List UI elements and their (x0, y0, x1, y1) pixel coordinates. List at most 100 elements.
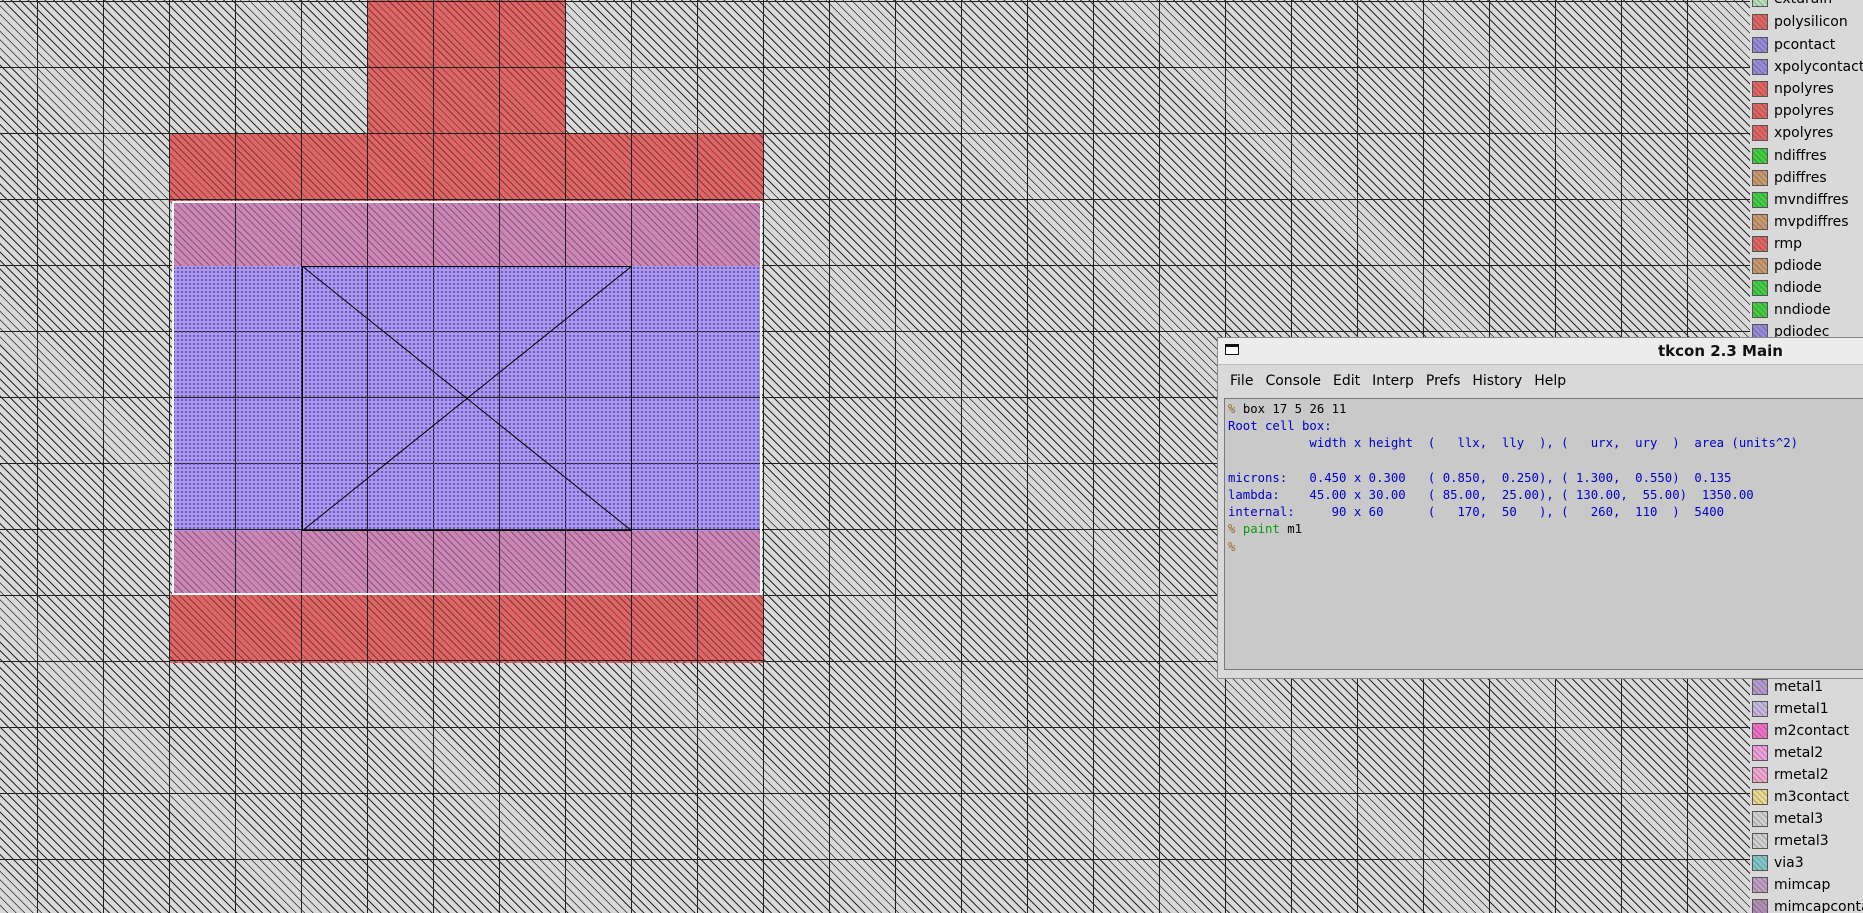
layer-swatch-icon (1752, 855, 1768, 871)
layer-label: ndiffres (1774, 148, 1827, 164)
layer-swatch-icon (1752, 103, 1768, 119)
layer-swatch-icon (1752, 701, 1768, 717)
layer-pdiode[interactable]: pdiode (1750, 255, 1863, 277)
layer-mimcap[interactable]: mimcap (1750, 874, 1863, 896)
menu-help[interactable]: Help (1528, 373, 1572, 389)
console-line: width x height ( llx, lly ), ( urx, ury … (1228, 436, 1799, 451)
layer-m3contact[interactable]: m3contact (1750, 786, 1863, 808)
layer-swatch-icon (1752, 214, 1768, 230)
layer-swatch-icon (1752, 833, 1768, 849)
layer-m2contact[interactable]: m2contact (1750, 720, 1863, 742)
layer-rmetal2[interactable]: rmetal2 (1750, 764, 1863, 786)
layer-label: rmetal2 (1774, 767, 1829, 783)
layer-swatch-icon (1752, 280, 1768, 296)
layer-swatch-icon (1752, 37, 1768, 53)
tkcon-titlebar[interactable]: tkcon 2.3 Main (1218, 338, 1863, 365)
layer-mvpdiffres[interactable]: mvpdiffres (1750, 211, 1863, 233)
layer-label: m2contact (1774, 723, 1849, 739)
layer-label: rmetal3 (1774, 833, 1829, 849)
layer-swatch-icon (1752, 899, 1768, 913)
layer-label: extdrain (1774, 0, 1832, 7)
layer-swatch-icon (1752, 679, 1768, 695)
layer-label: m3contact (1774, 789, 1849, 805)
layer-mimcapconta[interactable]: mimcapconta (1750, 896, 1863, 913)
layer-pdiffres[interactable]: pdiffres (1750, 167, 1863, 189)
tkcon-window[interactable]: tkcon 2.3 Main File Console Edit Interp … (1218, 338, 1863, 678)
window-menu-icon[interactable] (1225, 344, 1239, 355)
contact-cut-icon (302, 266, 632, 531)
layer-label: via3 (1774, 855, 1804, 871)
poly-stub (368, 0, 566, 135)
layer-label: xpolyres (1774, 125, 1834, 141)
layer-swatch-icon (1752, 236, 1768, 252)
layer-label: pdiode (1774, 258, 1822, 274)
layer-swatch-icon (1752, 81, 1768, 97)
console-output[interactable]: % box 17 5 26 11 Root cell box: width x … (1224, 398, 1863, 670)
layer-swatch-icon (1752, 148, 1768, 164)
console-line: lambda: 45.00 x 30.00 ( 85.00, 25.00), (… (1228, 487, 1754, 502)
layer-metal1[interactable]: metal1 (1750, 676, 1863, 698)
layer-swatch-icon (1752, 811, 1768, 827)
layer-mvndiffres[interactable]: mvndiffres (1750, 189, 1863, 211)
layer-xpolyres[interactable]: xpolyres (1750, 122, 1863, 144)
layer-via3[interactable]: via3 (1750, 852, 1863, 874)
layer-polysilicon[interactable]: polysilicon (1750, 11, 1863, 33)
layer-swatch-icon (1752, 14, 1768, 30)
layer-metal3[interactable]: metal3 (1750, 808, 1863, 830)
layer-label: rmp (1774, 236, 1803, 252)
layer-swatch-icon (1752, 302, 1768, 318)
menu-prefs[interactable]: Prefs (1420, 373, 1466, 389)
layer-nndiode[interactable]: nndiode (1750, 299, 1863, 321)
layer-npolyres[interactable]: npolyres (1750, 78, 1863, 100)
poly-band-top (170, 134, 764, 202)
console-input-line[interactable]: % (1228, 539, 1863, 556)
layer-xpolycontact[interactable]: xpolycontact (1750, 56, 1863, 78)
layer-label: pcontact (1774, 37, 1836, 53)
layer-rmetal1[interactable]: rmetal1 (1750, 698, 1863, 720)
menu-history[interactable]: History (1466, 373, 1528, 389)
layer-swatch-icon (1752, 258, 1768, 274)
layer-swatch-icon (1752, 745, 1768, 761)
layer-label: polysilicon (1774, 14, 1848, 30)
layer-pcontact[interactable]: pcontact (1750, 34, 1863, 56)
layer-ndiffres[interactable]: ndiffres (1750, 145, 1863, 167)
layer-ndiode[interactable]: ndiode (1750, 277, 1863, 299)
layer-label: xpolycontact (1774, 59, 1863, 75)
layer-label: mvndiffres (1774, 192, 1849, 208)
layer-swatch-icon (1752, 0, 1768, 7)
layer-label: npolyres (1774, 81, 1834, 97)
layer-swatch-icon (1752, 877, 1768, 893)
layer-label: mimcapconta (1774, 899, 1863, 913)
layer-rmp[interactable]: rmp (1750, 233, 1863, 255)
layer-label: metal3 (1774, 811, 1824, 827)
layer-label: mvpdiffres (1774, 214, 1849, 230)
layer-metal2[interactable]: metal2 (1750, 742, 1863, 764)
console-line: Root cell box: (1228, 419, 1332, 434)
layer-label: pdiffres (1774, 170, 1827, 186)
menu-interp[interactable]: Interp (1366, 373, 1420, 389)
layer-swatch-icon (1752, 767, 1768, 783)
console-line: microns: 0.450 x 0.300 ( 0.850, 0.250), … (1228, 470, 1732, 485)
tkcon-menubar: File Console Edit Interp Prefs History H… (1224, 367, 1863, 395)
layer-swatch-icon (1752, 125, 1768, 141)
window-title: tkcon 2.3 Main (1658, 342, 1783, 360)
layer-swatch-icon (1752, 170, 1768, 186)
layer-extdrain[interactable]: extdrain (1750, 0, 1863, 10)
console-line: % box 17 5 26 11 (1228, 402, 1347, 416)
layer-ppolyres[interactable]: ppolyres (1750, 100, 1863, 122)
layer-label: mimcap (1774, 877, 1831, 893)
layer-swatch-icon (1752, 789, 1768, 805)
layer-rmetal3[interactable]: rmetal3 (1750, 830, 1863, 852)
layer-label: rmetal1 (1774, 701, 1829, 717)
menu-edit[interactable]: Edit (1327, 373, 1366, 389)
layer-label: ndiode (1774, 280, 1822, 296)
layer-swatch-icon (1752, 59, 1768, 75)
poly-band-bottom (170, 595, 764, 663)
console-line: % paint m1 (1228, 522, 1303, 537)
layer-swatch-icon (1752, 723, 1768, 739)
menu-file[interactable]: File (1224, 373, 1259, 389)
menu-console[interactable]: Console (1259, 373, 1327, 389)
layer-label: metal1 (1774, 679, 1824, 695)
layer-label: nndiode (1774, 302, 1831, 318)
